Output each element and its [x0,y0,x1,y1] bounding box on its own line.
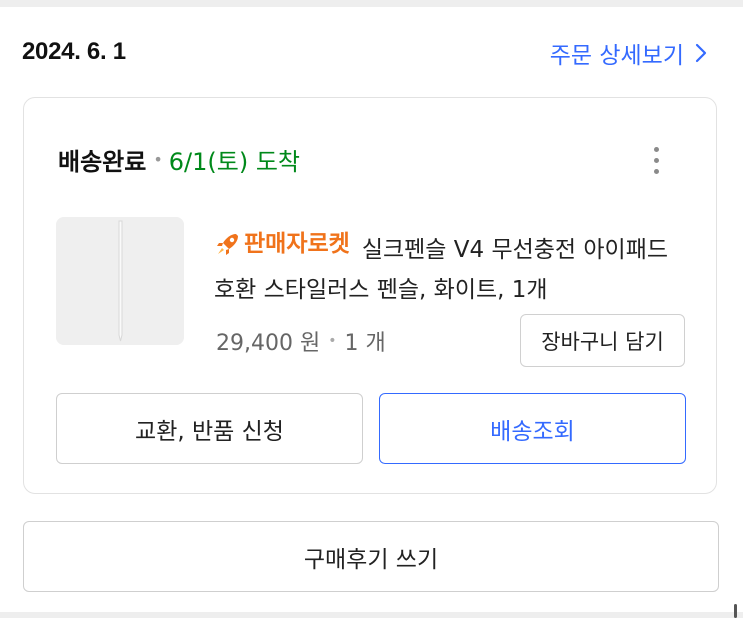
product-quantity: 1 개 [344,331,386,356]
order-detail-link[interactable]: 주문 상세보기 [550,36,708,70]
arrival-date: 6/1(토) 도착 [168,148,300,176]
chevron-right-icon [695,43,707,63]
top-divider [0,0,743,7]
order-detail-label: 주문 상세보기 [549,43,684,69]
price-separator: • [328,333,337,349]
status-separator: • [153,150,163,169]
write-review-button[interactable]: 구매후기 쓰기 [23,521,719,592]
more-vertical-icon [653,146,659,152]
seller-rocket-label: 판매자로켓 [244,231,350,257]
seller-rocket-badge: 판매자로켓 [214,224,350,264]
stylus-pencil-icon [56,217,184,345]
add-to-cart-button[interactable]: 장바구니 담기 [520,314,685,367]
order-card: 배송완료 • 6/1(토) 도착 판매자로켓 실크펜슬 V4 무선충전 아이패드… [23,97,717,494]
delivery-status: 배송완료 [58,148,147,176]
order-header: 2024. 6. 1 주문 상세보기 [22,30,712,74]
price-row: 29,400 원 • 1 개 [216,325,386,357]
product-image[interactable] [56,217,184,345]
order-date: 2024. 6. 1 [22,38,126,65]
track-delivery-button[interactable]: 배송조회 [379,393,686,464]
scrollbar[interactable] [734,604,737,618]
rocket-icon [217,234,238,255]
product-price: 29,400 원 [216,331,321,356]
product-title[interactable]: 판매자로켓 실크펜슬 V4 무선충전 아이패드 호환 스타일러스 펜슬, 화이트… [214,224,684,310]
delivery-status-row: 배송완료 • 6/1(토) 도착 [58,142,300,177]
exchange-return-button[interactable]: 교환, 반품 신청 [56,393,363,464]
more-options-button[interactable] [646,142,666,178]
bottom-divider [0,612,743,618]
